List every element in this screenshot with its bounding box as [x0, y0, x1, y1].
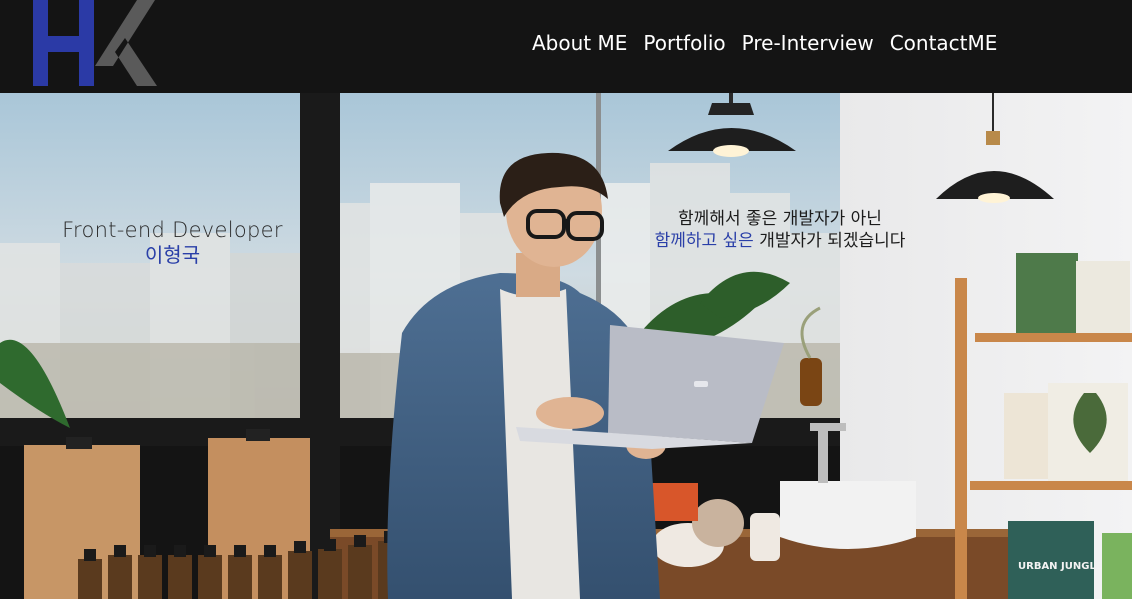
- logo-letter-k: [95, 0, 157, 86]
- hero-photo: URBAN JUNGLE: [0, 93, 1132, 599]
- slogan-line-2: 함께하고 싶은 개발자가 되겠습니다: [620, 230, 940, 252]
- logo-letter-h: [33, 0, 94, 86]
- slogan-line-1: 함께해서 좋은 개발자가 아닌: [678, 209, 882, 229]
- nav-contact-me[interactable]: ContactME: [890, 28, 998, 58]
- main-nav: About ME Portfolio Pre-Interview Contact…: [532, 28, 997, 58]
- book-urban-jungle-label: URBAN JUNGLE: [1018, 561, 1103, 572]
- nav-about-me[interactable]: About ME: [532, 28, 627, 58]
- hero-intro-left: Front-end Developer 이형국: [0, 217, 345, 267]
- shelf-books: [1004, 253, 1132, 599]
- hk-logo[interactable]: [33, 0, 157, 88]
- site-header: About ME Portfolio Pre-Interview Contact…: [0, 0, 1132, 93]
- hero-role: Front-end Developer: [62, 218, 283, 242]
- slogan-rest: 개발자가 되겠습니다: [753, 231, 906, 251]
- nav-pre-interview[interactable]: Pre-Interview: [742, 28, 874, 58]
- nav-portfolio[interactable]: Portfolio: [643, 28, 725, 58]
- hero-name: 이형국: [144, 243, 201, 267]
- hero-slogan: 함께해서 좋은 개발자가 아닌 함께하고 싶은 개발자가 되겠습니다: [620, 208, 940, 252]
- slogan-highlight: 함께하고 싶은: [654, 231, 754, 251]
- hero-section: URBAN JUNGLE Front-end Developer 이형국 함께해…: [0, 93, 1132, 599]
